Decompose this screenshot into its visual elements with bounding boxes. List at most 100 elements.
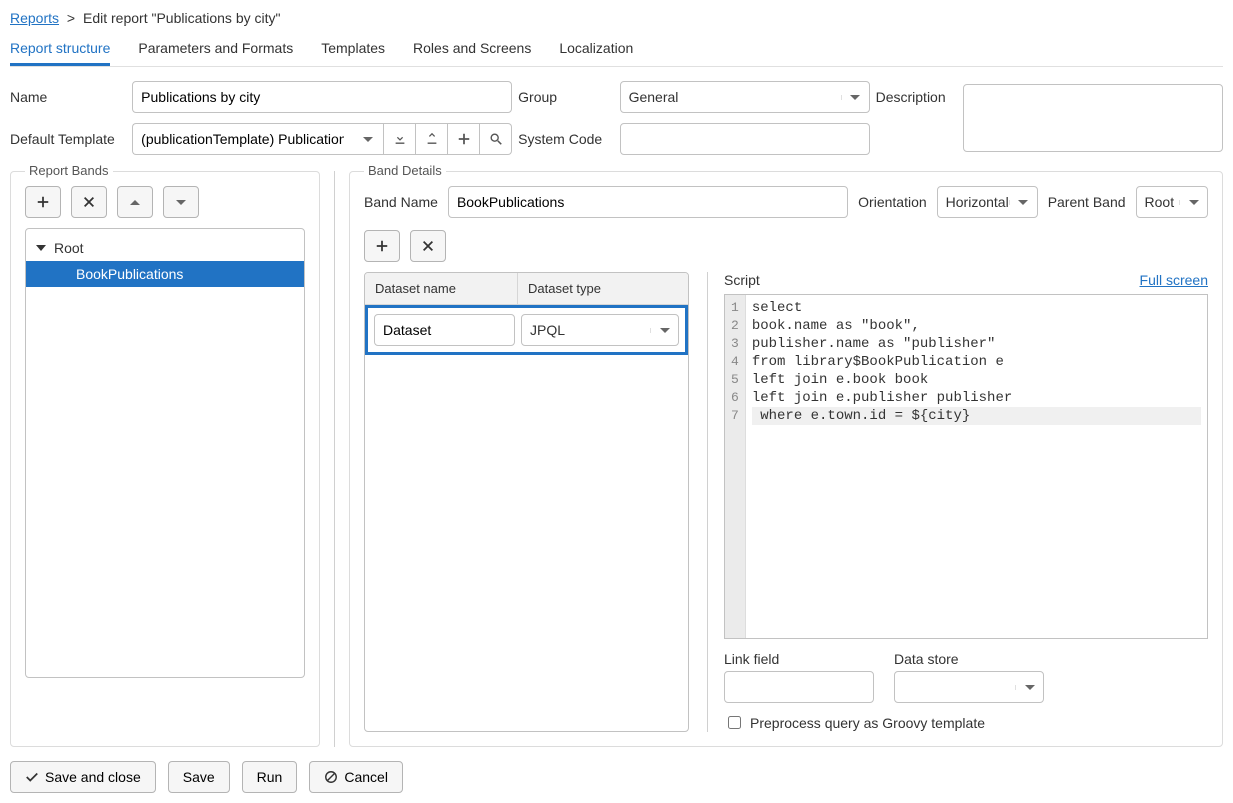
band-name-label: Band Name bbox=[364, 194, 438, 210]
move-down-button[interactable] bbox=[163, 186, 199, 218]
check-icon bbox=[25, 770, 39, 784]
chevron-down-icon bbox=[841, 95, 869, 100]
system-code-input[interactable] bbox=[620, 123, 870, 155]
editor-code[interactable]: selectbook.name as "book",publisher.name… bbox=[746, 295, 1207, 638]
description-label: Description bbox=[876, 89, 957, 105]
save-and-close-button[interactable]: Save and close bbox=[10, 761, 156, 793]
remove-band-button[interactable] bbox=[71, 186, 107, 218]
dataset-type-select[interactable]: JPQL bbox=[521, 314, 679, 346]
parent-band-select[interactable]: Root bbox=[1136, 186, 1208, 218]
script-header: Script Full screen bbox=[724, 272, 1208, 288]
save-close-label: Save and close bbox=[45, 769, 141, 785]
tab-report-structure[interactable]: Report structure bbox=[10, 34, 110, 66]
band-details-panel: Band Details Band Name Orientation Horiz… bbox=[349, 171, 1223, 747]
template-upload-button[interactable] bbox=[416, 123, 448, 155]
caret-down-icon bbox=[176, 200, 186, 205]
breadcrumb: Reports > Edit report "Publications by c… bbox=[10, 10, 1223, 26]
script-editor[interactable]: 1234567 selectbook.name as "book",publis… bbox=[724, 294, 1208, 639]
caret-up-icon bbox=[130, 200, 140, 205]
template-add-button[interactable] bbox=[448, 123, 480, 155]
run-button[interactable]: Run bbox=[242, 761, 298, 793]
chevron-down-icon bbox=[1015, 685, 1043, 690]
tab-templates[interactable]: Templates bbox=[321, 34, 385, 66]
close-icon bbox=[421, 239, 435, 253]
run-label: Run bbox=[257, 769, 283, 785]
orientation-value: Horizontal bbox=[946, 194, 1009, 210]
cancel-button[interactable]: Cancel bbox=[309, 761, 403, 793]
script-label: Script bbox=[724, 272, 760, 288]
cancel-label: Cancel bbox=[344, 769, 388, 785]
report-bands-panel: Report Bands Root BookPublications bbox=[10, 171, 320, 747]
root-label: Root bbox=[54, 240, 84, 256]
search-icon bbox=[489, 132, 503, 146]
name-input[interactable] bbox=[132, 81, 512, 113]
default-template-input[interactable] bbox=[132, 123, 352, 155]
dataset-name-header: Dataset name bbox=[365, 273, 518, 304]
band-name-input[interactable] bbox=[448, 186, 848, 218]
tree-caret-icon bbox=[36, 245, 46, 251]
chevron-down-icon bbox=[650, 328, 678, 333]
data-store-label: Data store bbox=[894, 651, 1044, 667]
remove-dataset-button[interactable] bbox=[410, 230, 446, 262]
upload-icon bbox=[425, 132, 439, 146]
tabs: Report structure Parameters and Formats … bbox=[10, 34, 1223, 67]
tab-localization[interactable]: Localization bbox=[559, 34, 633, 66]
plus-icon bbox=[36, 195, 50, 209]
tab-parameters-formats[interactable]: Parameters and Formats bbox=[138, 34, 293, 66]
move-up-button[interactable] bbox=[117, 186, 153, 218]
breadcrumb-root-link[interactable]: Reports bbox=[10, 10, 59, 26]
preprocess-checkbox[interactable] bbox=[728, 716, 741, 729]
fullscreen-link[interactable]: Full screen bbox=[1140, 272, 1208, 288]
dataset-type-header: Dataset type bbox=[518, 273, 688, 304]
dataset-column: Dataset name Dataset type JPQL bbox=[364, 272, 689, 732]
panel-divider[interactable] bbox=[334, 171, 335, 747]
group-select[interactable]: General bbox=[620, 81, 870, 113]
default-template-label: Default Template bbox=[10, 131, 126, 147]
link-field-input[interactable] bbox=[724, 671, 874, 703]
dataset-type-value: JPQL bbox=[530, 322, 650, 338]
plus-icon bbox=[375, 239, 389, 253]
preprocess-label: Preprocess query as Groovy template bbox=[750, 715, 985, 731]
script-column: Script Full screen 1234567 selectbook.na… bbox=[707, 272, 1208, 732]
close-icon bbox=[82, 195, 96, 209]
dataset-row[interactable]: JPQL bbox=[365, 305, 688, 355]
editor-gutter: 1234567 bbox=[725, 295, 746, 638]
root-node[interactable]: Root bbox=[26, 235, 304, 261]
group-label: Group bbox=[518, 89, 613, 105]
orientation-label: Orientation bbox=[858, 194, 926, 210]
panels: Report Bands Root BookPublications bbox=[10, 171, 1223, 747]
link-field-label: Link field bbox=[724, 651, 874, 667]
dataset-table: Dataset name Dataset type JPQL bbox=[364, 272, 689, 732]
download-icon bbox=[393, 132, 407, 146]
parent-band-label: Parent Band bbox=[1048, 194, 1126, 210]
orientation-select[interactable]: Horizontal bbox=[937, 186, 1038, 218]
below-editor: Link field Data store bbox=[724, 651, 1208, 703]
ban-icon bbox=[324, 770, 338, 784]
dataset-name-input[interactable] bbox=[374, 314, 515, 346]
add-dataset-button[interactable] bbox=[364, 230, 400, 262]
tab-roles-screens[interactable]: Roles and Screens bbox=[413, 34, 531, 66]
bands-legend: Report Bands bbox=[25, 163, 113, 178]
bookpublications-node[interactable]: BookPublications bbox=[26, 261, 304, 287]
chevron-down-icon bbox=[1179, 200, 1207, 205]
dataset-header: Dataset name Dataset type bbox=[365, 273, 688, 305]
parent-band-value: Root bbox=[1145, 194, 1179, 210]
save-button[interactable]: Save bbox=[168, 761, 230, 793]
system-code-label: System Code bbox=[518, 131, 613, 147]
description-textarea[interactable] bbox=[963, 84, 1223, 152]
template-dropdown-button[interactable] bbox=[352, 123, 384, 155]
bands-toolbar bbox=[25, 186, 305, 218]
group-value: General bbox=[629, 89, 841, 105]
details-body: Dataset name Dataset type JPQL bbox=[364, 272, 1208, 732]
save-label: Save bbox=[183, 769, 215, 785]
data-store-select[interactable] bbox=[894, 671, 1044, 703]
plus-icon bbox=[457, 132, 471, 146]
add-band-button[interactable] bbox=[25, 186, 61, 218]
template-download-button[interactable] bbox=[384, 123, 416, 155]
band-details-form: Band Name Orientation Horizontal Parent … bbox=[364, 186, 1208, 218]
chevron-down-icon bbox=[1009, 200, 1037, 205]
breadcrumb-current: Edit report "Publications by city" bbox=[83, 10, 280, 26]
template-search-button[interactable] bbox=[480, 123, 512, 155]
default-template-lookup bbox=[132, 123, 512, 155]
details-legend: Band Details bbox=[364, 163, 446, 178]
